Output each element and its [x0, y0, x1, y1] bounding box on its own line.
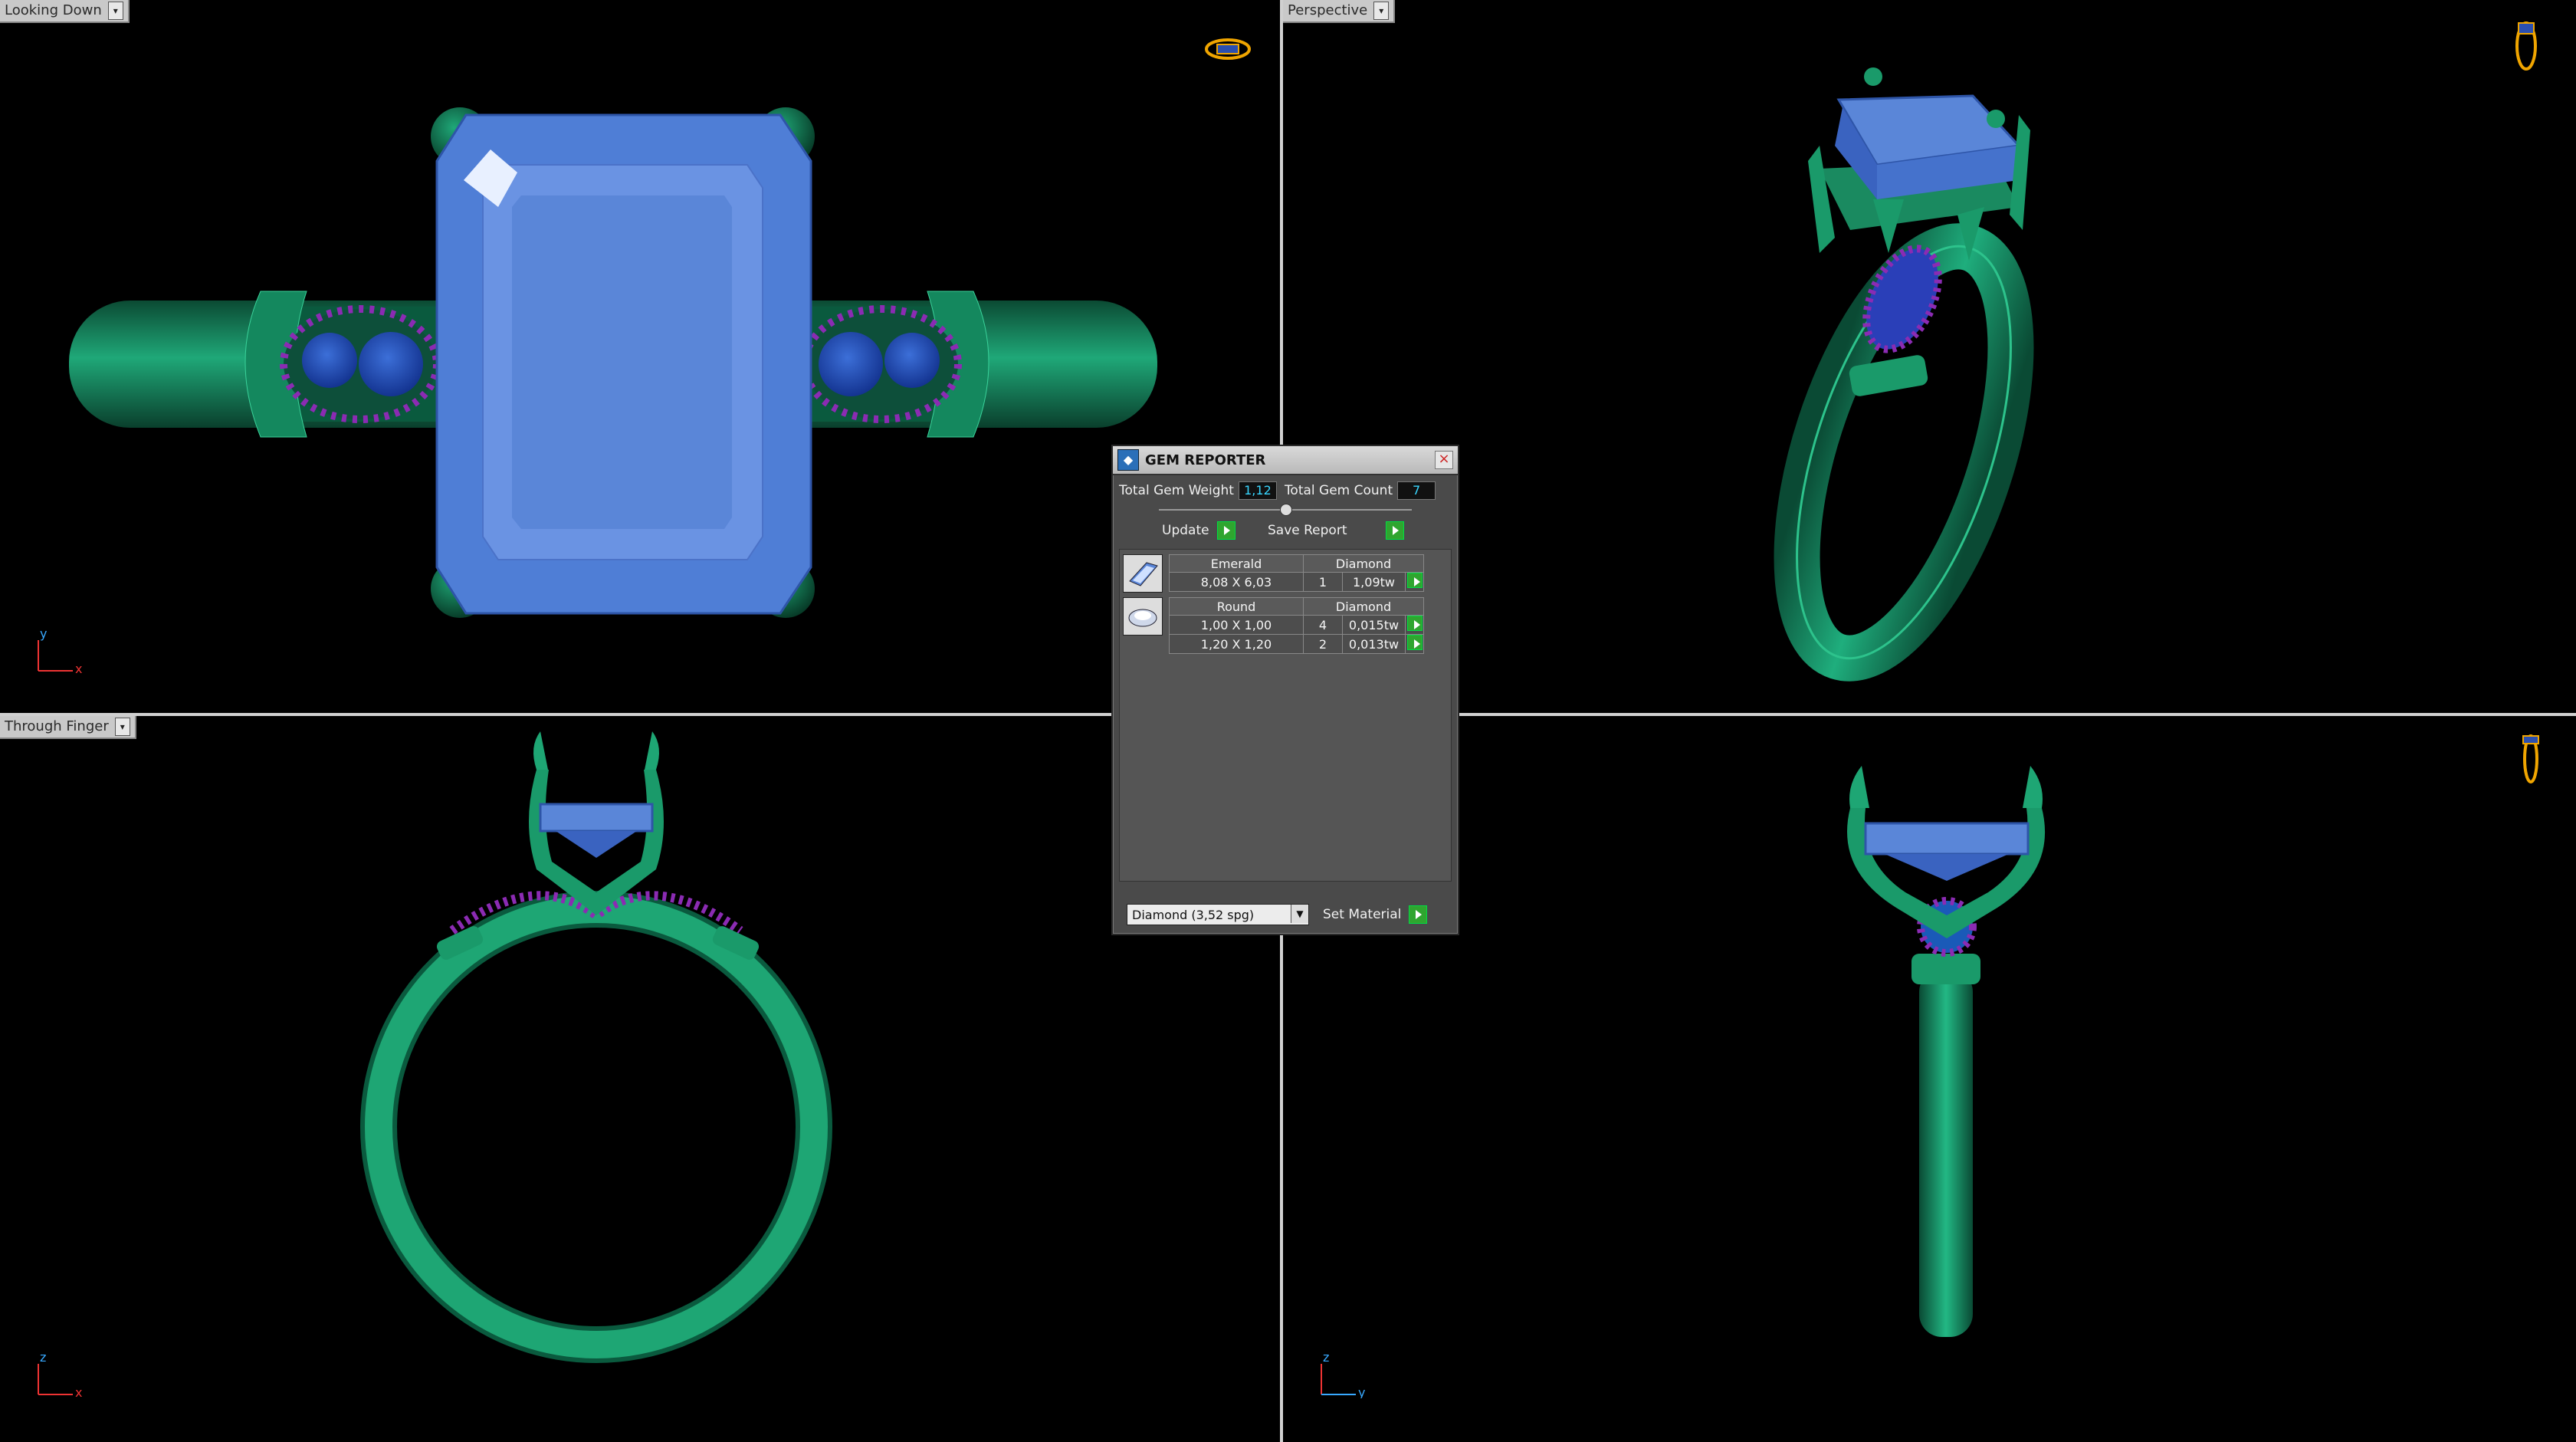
gem-shape-cell: Emerald	[1169, 554, 1304, 573]
viewport-label-dropdown[interactable]: Perspective ▾	[1283, 0, 1396, 23]
orbit-navigator-icon[interactable]	[1203, 34, 1252, 64]
axis-label-v: y	[40, 629, 47, 641]
viewport-perspective[interactable]: Perspective ▾	[1283, 0, 2576, 713]
orbit-navigator-icon[interactable]	[2515, 728, 2546, 790]
ring-front-view	[360, 731, 832, 1363]
ring-top-view	[69, 107, 1157, 618]
panel-title: GEM REPORTER	[1145, 452, 1266, 468]
gem-size-cell: 1,00 X 1,00	[1169, 615, 1304, 635]
gem-count-cell: 2	[1303, 634, 1343, 654]
gem-count-cell: 1	[1303, 572, 1343, 592]
gem-reporter-panel[interactable]: ◆ GEM REPORTER × Total Gem Weight 1,12 T…	[1111, 445, 1459, 935]
gem-material-cell: Diamond	[1303, 554, 1424, 573]
gem-reporter-app-icon: ◆	[1117, 449, 1139, 471]
table-row: 1,00 X 1,00 4 0,015tw	[1169, 615, 1424, 635]
axis-gizmo: y x	[38, 629, 82, 675]
gem-group-emerald[interactable]: Emerald Diamond 8,08 X 6,03 1 1,09tw	[1123, 554, 1448, 597]
axis-label-h: y	[1358, 1385, 1365, 1398]
update-label: Update	[1162, 523, 1209, 538]
total-gem-weight-value: 1,12	[1238, 481, 1277, 500]
viewport-side[interactable]: z y	[1283, 716, 2576, 1442]
gem-weight-cell: 1,09tw	[1341, 572, 1406, 592]
chevron-down-icon[interactable]: ▾	[107, 2, 123, 20]
axis-label-v: z	[1323, 1352, 1329, 1365]
totals-row: Total Gem Weight 1,12 Total Gem Count 7	[1119, 480, 1452, 501]
round-gem-icon	[1123, 597, 1163, 636]
gem-weight-cell: 0,013tw	[1341, 634, 1406, 654]
axis-label-v: z	[40, 1352, 46, 1365]
axis-gizmo: z x	[38, 1352, 82, 1398]
viewport-label-dropdown[interactable]: Looking Down ▾	[0, 0, 130, 23]
set-material-label: Set Material	[1323, 907, 1402, 922]
panel-splitter[interactable]	[1159, 504, 1412, 516]
total-gem-count-label: Total Gem Count	[1284, 483, 1393, 498]
table-row: 8,08 X 6,03 1 1,09tw	[1169, 572, 1424, 592]
table-row: 1,20 X 1,20 2 0,013tw	[1169, 634, 1424, 654]
axis-label-h: x	[75, 662, 82, 675]
gem-group-round[interactable]: Round Diamond 1,00 X 1,00 4 0,015tw 1,20…	[1123, 597, 1448, 659]
chevron-down-icon[interactable]: ▾	[114, 718, 130, 736]
viewport-looking-down[interactable]: Looking Down ▾ y x	[0, 0, 1280, 713]
viewport-label: Perspective	[1288, 2, 1368, 18]
play-arrow-icon	[1385, 521, 1404, 540]
material-select-value: Diamond (3,52 spg)	[1132, 907, 1255, 922]
play-arrow-icon	[1409, 905, 1428, 924]
viewport-through-finger[interactable]: Through Finger ▾ z x	[0, 716, 1280, 1442]
gem-count-cell: 4	[1303, 615, 1343, 635]
chevron-down-icon[interactable]: ▾	[1373, 2, 1390, 20]
gem-shape-cell: Round	[1169, 597, 1304, 616]
gem-material-cell: Diamond	[1303, 597, 1424, 616]
emerald-cut-gem-icon	[1123, 554, 1163, 593]
chevron-down-icon[interactable]: ▼	[1291, 905, 1308, 923]
ring-perspective-view	[1774, 67, 2034, 682]
select-gem-button[interactable]	[1405, 572, 1424, 592]
panel-title-bar[interactable]: ◆ GEM REPORTER ×	[1113, 446, 1458, 475]
viewport-label: Looking Down	[5, 2, 102, 18]
select-gem-button[interactable]	[1405, 615, 1424, 635]
material-row: Diamond (3,52 spg) ▼ Set Material	[1127, 903, 1450, 926]
viewport-label-dropdown[interactable]: Through Finger ▾	[0, 716, 136, 739]
set-material-button[interactable]: Set Material	[1323, 905, 1428, 924]
total-gem-count-value: 7	[1397, 481, 1436, 500]
save-report-label: Save Report	[1268, 523, 1347, 538]
splitter-knob[interactable]	[1280, 504, 1292, 516]
update-button[interactable]: Update	[1162, 521, 1235, 540]
gem-list[interactable]: Emerald Diamond 8,08 X 6,03 1 1,09tw Rou…	[1119, 549, 1452, 882]
axis-label-h: x	[75, 1385, 82, 1398]
gem-weight-cell: 0,015tw	[1341, 615, 1406, 635]
gem-size-cell: 8,08 X 6,03	[1169, 572, 1304, 592]
axis-gizmo: z y	[1321, 1352, 1365, 1398]
total-gem-weight-label: Total Gem Weight	[1119, 483, 1234, 498]
play-arrow-icon	[1216, 521, 1235, 540]
viewport-label: Through Finger	[5, 718, 109, 734]
gem-size-cell: 1,20 X 1,20	[1169, 634, 1304, 654]
ring-side-view	[1847, 766, 2046, 1337]
material-select[interactable]: Diamond (3,52 spg) ▼	[1127, 904, 1309, 925]
orbit-navigator-icon[interactable]	[2509, 15, 2543, 77]
save-report-button[interactable]: Save Report	[1268, 521, 1404, 540]
select-gem-button[interactable]	[1405, 634, 1424, 654]
close-icon[interactable]: ×	[1435, 451, 1453, 469]
